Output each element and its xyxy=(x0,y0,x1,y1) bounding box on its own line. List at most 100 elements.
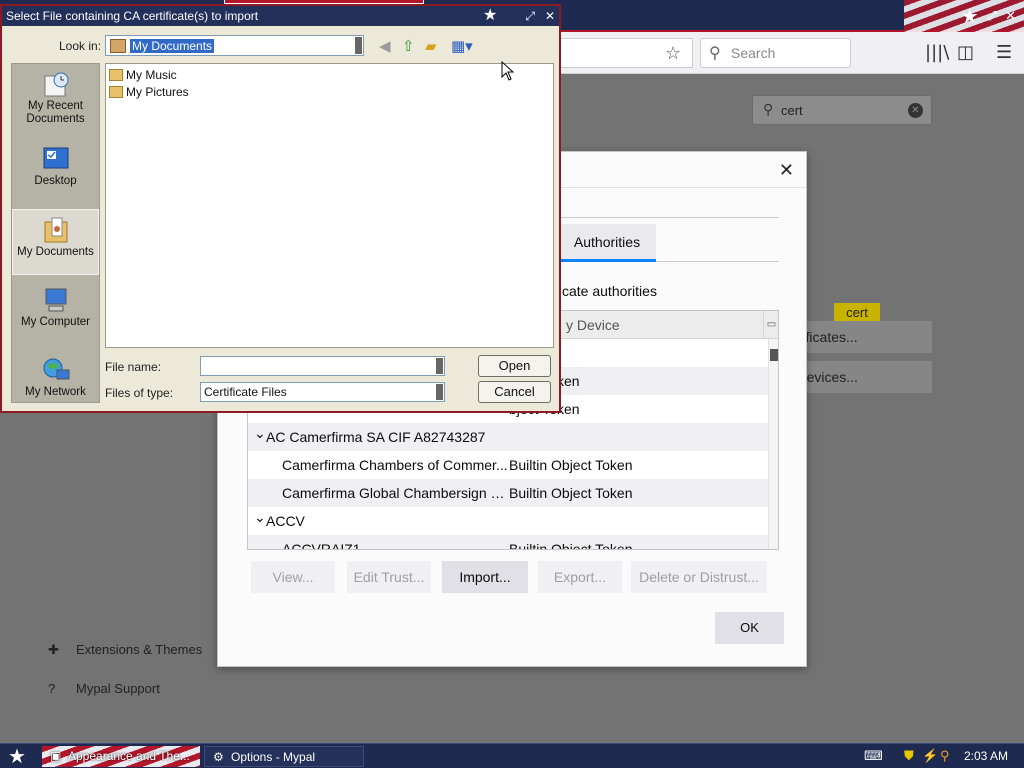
close-icon[interactable]: ✕ xyxy=(545,6,555,26)
shield-icon[interactable]: ⛊ xyxy=(904,744,914,768)
taskbar-item-label: Appearance and The... xyxy=(68,749,190,763)
new-folder-icon[interactable]: ▰ xyxy=(425,37,437,55)
ok-button[interactable]: OK xyxy=(715,612,784,644)
security-device: Builtin Object Token xyxy=(509,541,633,550)
back-icon[interactable]: ◀ xyxy=(379,37,391,55)
export-button[interactable]: Export... xyxy=(538,561,622,593)
import-button[interactable]: Import... xyxy=(442,561,528,593)
close-icon[interactable]: ✕ xyxy=(779,160,794,181)
file-dialog-controls: ★ ⤢ ✕ xyxy=(483,6,555,26)
view-menu-icon[interactable]: ▦▾ xyxy=(451,37,473,55)
place-desktop[interactable]: Desktop xyxy=(12,139,99,201)
taskbar: ★ ▣ Appearance and The... ⚙ Options - My… xyxy=(0,743,1024,768)
edit-trust-button[interactable]: Edit Trust... xyxy=(347,561,431,593)
folder-icon xyxy=(109,69,123,81)
column-header-device[interactable]: y Device xyxy=(566,317,620,333)
sidebar-item-label: Mypal Support xyxy=(76,681,160,696)
mypal-icon: ⚙ xyxy=(213,750,224,764)
files-of-type-select[interactable]: Certificate Files xyxy=(200,382,445,402)
file-dialog-titlebar: Select File containing CA certificate(s)… xyxy=(2,6,559,26)
look-in-label: Look in: xyxy=(59,39,102,53)
clear-search-icon[interactable]: ✕ xyxy=(908,103,923,118)
cancel-button[interactable]: Cancel xyxy=(478,381,551,403)
view-certificates-button[interactable]: View Certificates... xyxy=(742,321,932,353)
place-my-computer[interactable]: My Computer xyxy=(12,280,99,342)
file-dialog-title: Select File containing CA certificate(s)… xyxy=(6,9,259,23)
group-label: AC Camerfirma SA CIF A82743287 xyxy=(266,429,486,445)
files-of-type-label: Files of type: xyxy=(105,386,174,400)
column-picker-icon[interactable]: ▭ xyxy=(763,311,778,339)
menu-icon[interactable]: ☰ xyxy=(996,42,1012,63)
sidebar-item-extensions[interactable]: ✚ Extensions & Themes xyxy=(48,642,202,658)
security-devices-button[interactable]: Security Devices... xyxy=(742,361,932,393)
search-placeholder: Search xyxy=(731,45,776,61)
dropdown-handle[interactable] xyxy=(436,384,443,400)
open-button[interactable]: Open xyxy=(478,355,551,377)
network-icon[interactable]: ⚡ xyxy=(922,744,938,768)
place-label: My Computer xyxy=(20,316,91,328)
scrollbar-thumb[interactable] xyxy=(770,349,778,361)
up-folder-icon[interactable]: ⇧ xyxy=(402,37,415,55)
delete-or-distrust-button[interactable]: Delete or Distrust... xyxy=(631,561,767,593)
view-button[interactable]: View... xyxy=(251,561,335,593)
my-computer-icon xyxy=(45,288,66,312)
sidebar-icon[interactable]: ◫ xyxy=(957,42,974,63)
tab-authorities[interactable]: Authorities xyxy=(558,224,656,262)
list-item[interactable]: My Music xyxy=(109,67,177,83)
taskbar-item-options[interactable]: ⚙ Options - Mypal xyxy=(204,746,364,767)
taskbar-item-appearance[interactable]: ▣ Appearance and The... xyxy=(42,746,200,767)
look-in-value: My Documents xyxy=(130,39,215,53)
files-of-type-value: Certificate Files xyxy=(204,385,287,399)
place-my-network[interactable]: My Network xyxy=(12,350,99,412)
search-icon: ⚲ xyxy=(763,101,774,117)
places-bar: My Recent Documents Desktop My Documents… xyxy=(11,63,100,403)
browser-search-input[interactable]: ⚲ Search xyxy=(700,38,851,68)
dropdown-handle[interactable] xyxy=(436,358,443,374)
browser-window-controls: ★ ⤢ ✕ xyxy=(961,4,1016,28)
table-row[interactable]: Camerfirma Global Chambersign R... Builti… xyxy=(248,479,768,507)
recent-documents-icon xyxy=(44,72,68,97)
my-documents-icon xyxy=(110,39,126,53)
look-in-combobox[interactable]: My Documents xyxy=(105,35,364,56)
certificate-name: Camerfirma Chambers of Commer... xyxy=(282,457,508,473)
sidebar-item-support[interactable]: ? Mypal Support xyxy=(48,681,160,696)
place-label: My Documents xyxy=(17,246,94,258)
tree-group-row[interactable]: ⌄ AC Camerfirma SA CIF A82743287 xyxy=(248,423,768,451)
tab-divider xyxy=(558,217,779,218)
security-device: Builtin Object Token xyxy=(509,485,633,501)
tree-group-row[interactable]: ⌄ ACCV xyxy=(248,507,768,535)
search-icon: ⚲ xyxy=(709,45,721,62)
file-item-label: My Music xyxy=(126,68,177,82)
file-name-input[interactable] xyxy=(200,356,445,376)
start-button-star-icon[interactable]: ★ xyxy=(8,744,26,768)
tree-scrollbar[interactable] xyxy=(768,339,778,549)
certificate-name: ACCVRAIZ1 xyxy=(282,541,361,550)
close-icon[interactable]: ✕ xyxy=(1005,9,1016,24)
security-device: Builtin Object Token xyxy=(509,457,633,473)
prefs-search-value: cert xyxy=(781,103,803,118)
folder-icon xyxy=(109,86,123,98)
group-label: ACCV xyxy=(266,513,305,529)
prefs-search-input[interactable]: ⚲ cert ✕ xyxy=(752,95,932,125)
certificate-name: Camerfirma Global Chambersign R... xyxy=(282,485,508,501)
star-icon: ★ xyxy=(960,4,979,28)
table-row[interactable]: ACCVRAIZ1 Builtin Object Token xyxy=(248,535,768,550)
place-label: My Network xyxy=(25,386,86,398)
library-icon[interactable]: |||\ xyxy=(925,42,949,63)
list-item[interactable]: My Pictures xyxy=(109,84,189,100)
tab-divider xyxy=(656,261,779,262)
table-row[interactable]: Camerfirma Chambers of Commer... Builtin … xyxy=(248,451,768,479)
keyboard-icon[interactable]: ⌨ xyxy=(864,744,883,768)
file-list[interactable]: My Music My Pictures xyxy=(105,63,554,348)
chevron-down-icon[interactable]: ⌄ xyxy=(254,503,266,531)
chevron-down-icon[interactable]: ⌄ xyxy=(254,419,266,447)
restore-icon[interactable]: ⤢ xyxy=(525,6,535,26)
my-network-icon xyxy=(43,358,69,380)
restore-icon[interactable]: ⤢ xyxy=(987,9,997,24)
dropdown-handle[interactable] xyxy=(355,37,362,54)
file-open-dialog: Select File containing CA certificate(s)… xyxy=(0,4,561,413)
bookmark-star-icon[interactable]: ☆ xyxy=(665,43,681,64)
place-my-recent-documents[interactable]: My Recent Documents xyxy=(12,64,99,126)
place-my-documents[interactable]: My Documents xyxy=(12,209,99,275)
search-tray-icon[interactable]: ⚲ xyxy=(940,744,950,768)
